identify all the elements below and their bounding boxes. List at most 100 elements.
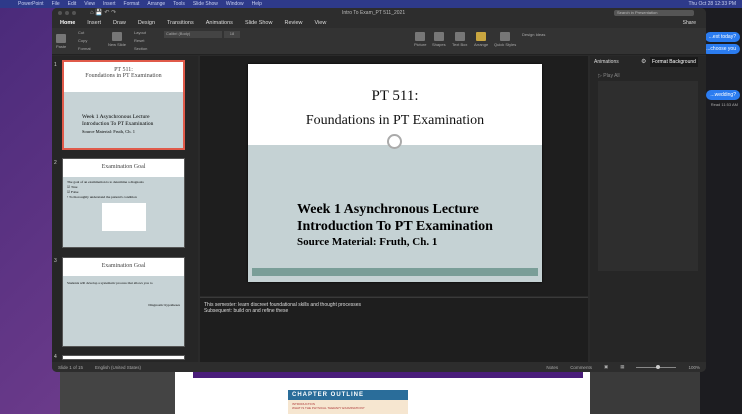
settings-icon[interactable]: ⚙ <box>641 58 646 65</box>
tab-animations[interactable]: Animations <box>206 20 233 26</box>
share-button[interactable]: Share <box>683 20 706 26</box>
tab-insert[interactable]: Insert <box>87 20 101 26</box>
menu-file[interactable]: File <box>52 1 60 7</box>
thumb-title: Examination Goal <box>101 263 146 269</box>
outline-item: WHAT IS THE PHYSICAL THERAPY EXAMINATION… <box>292 406 365 410</box>
section-button[interactable]: Section <box>134 46 147 51</box>
thumb-line: Students will develop a systematic proce… <box>67 281 153 285</box>
title-bar: ⌂ 💾 ↶ ↷ Intro To Exam_PT 511_2021 Search… <box>52 8 706 18</box>
notes-pane[interactable]: This semester: learn discreet foundation… <box>200 297 588 362</box>
animations-pane: Animations ⚙ Format Background ▷ Play Al… <box>590 56 706 362</box>
slide-editor: PT 511: Foundations in PT Examination We… <box>200 56 588 296</box>
slide-title[interactable]: PT 511: <box>248 88 542 105</box>
paste-button[interactable]: Paste <box>56 34 66 49</box>
quick-styles-button[interactable]: Quick Styles <box>494 32 516 47</box>
notes-button[interactable]: Notes <box>546 365 558 370</box>
animations-tab[interactable]: Animations <box>594 59 619 65</box>
close-window-button[interactable] <box>58 11 62 15</box>
picture-button[interactable]: Picture <box>414 32 426 47</box>
menu-arrange[interactable]: Arrange <box>147 1 165 7</box>
slide-count: Slide 1 of 15 <box>58 364 84 370</box>
menu-format[interactable]: Format <box>124 1 140 7</box>
slide-sorter-icon[interactable]: ▦ <box>620 364 624 370</box>
home-icon[interactable]: ⌂ 💾 ↶ ↷ <box>90 9 116 16</box>
notes-line: Subsequent: build on and refine these <box>204 308 289 314</box>
body-line: Source Material: Fruth, Ch. 1 <box>297 236 438 248</box>
play-all-button[interactable]: ▷ Play All <box>598 73 620 79</box>
tab-draw[interactable]: Draw <box>113 20 126 26</box>
thumb-line: Introduction To PT Examination <box>82 121 154 127</box>
read-receipt: Read 11:53 AM <box>710 102 738 107</box>
font-name-select[interactable]: Calibri (Body) <box>164 31 222 38</box>
slide-thumbnail-1[interactable]: PT 511: Foundations in PT Examination Wee… <box>62 60 185 150</box>
comments-button[interactable]: Comments <box>570 365 592 370</box>
menu-window[interactable]: Window <box>226 1 244 7</box>
menu-insert[interactable]: Insert <box>103 1 116 7</box>
thumb-line: Diagnostic hypotheses <box>148 303 180 307</box>
status-bar: Slide 1 of 15 English (United States) No… <box>52 362 706 372</box>
slide-number: 3 <box>54 258 57 264</box>
menu-slideshow[interactable]: Slide Show <box>193 1 218 7</box>
tab-home[interactable]: Home <box>60 20 75 26</box>
slide-number: 1 <box>54 62 57 68</box>
slide-subtitle[interactable]: Foundations in PT Examination <box>248 113 542 129</box>
current-slide[interactable]: PT 511: Foundations in PT Examination We… <box>248 64 542 282</box>
message-bubble: ...ext today? <box>704 32 740 42</box>
thumb-title: Examination Goal <box>101 164 146 170</box>
window-title: Intro To Exam_PT 511_2021 <box>342 10 406 16</box>
animation-list <box>598 81 698 271</box>
copy-button[interactable]: Copy <box>78 38 87 43</box>
tab-view[interactable]: View <box>315 20 327 26</box>
menu-app[interactable]: PowerPoint <box>18 1 44 7</box>
decorative-circle <box>387 134 402 149</box>
slide-body[interactable]: Week 1 Asynchronous Lecture Introduction… <box>297 201 493 250</box>
menu-tools[interactable]: Tools <box>173 1 185 7</box>
layout-button[interactable]: Layout <box>134 30 146 35</box>
footer-bar <box>252 268 538 276</box>
design-ideas-button[interactable]: Design Ideas <box>522 32 545 37</box>
thumb-line: Source Material: Fruth, Ch. 1 <box>82 129 135 134</box>
search-input[interactable]: Search in Presentation <box>614 10 694 16</box>
cut-button[interactable]: Cut <box>78 30 84 35</box>
arrange-button[interactable]: Arrange <box>474 32 488 47</box>
slide-thumbnail-4[interactable] <box>62 355 185 360</box>
messages-window: ...ext today? ...choose you ...wedding? … <box>700 8 742 414</box>
thumb-subtitle: Foundations in PT Examination <box>85 73 162 79</box>
tab-slideshow[interactable]: Slide Show <box>245 20 273 26</box>
macos-menu-bar: PowerPoint File Edit View Insert Format … <box>0 0 742 8</box>
chapter-outline-heading: CHAPTER OUTLINE <box>288 390 408 400</box>
font-size-select[interactable]: 18 <box>224 31 240 38</box>
slide-thumbnail-3[interactable]: Examination Goal Students will develop a… <box>62 257 185 347</box>
language[interactable]: English (United States) <box>95 365 141 370</box>
reset-button[interactable]: Reset <box>134 38 144 43</box>
slide-thumbnail-pane: 1 PT 511: Foundations in PT Examination W… <box>52 56 198 362</box>
format-painter-button[interactable]: Format <box>78 46 91 51</box>
normal-view-icon[interactable]: ▣ <box>604 364 608 370</box>
tab-review[interactable]: Review <box>284 20 302 26</box>
minimize-window-button[interactable] <box>65 11 69 15</box>
zoom-slider[interactable] <box>636 364 677 369</box>
body-line: Introduction To PT Examination <box>297 219 493 234</box>
menu-help[interactable]: Help <box>252 1 262 7</box>
thumb-line: • To thoroughly understand the patient's… <box>67 195 137 199</box>
menu-edit[interactable]: Edit <box>68 1 77 7</box>
clock: Thu Oct 28 12:33 PM <box>688 1 736 7</box>
background-document-window: CHAPTER OUTLINE INTRODUCTION WHAT IS THE… <box>60 372 700 414</box>
text-box-button[interactable]: Text Box <box>452 32 467 47</box>
diagram-image <box>101 203 146 231</box>
tab-transitions[interactable]: Transitions <box>167 20 194 26</box>
message-bubble: ...wedding? <box>706 90 740 100</box>
menu-view[interactable]: View <box>84 1 95 7</box>
slide-number: 4 <box>54 354 57 360</box>
thumb-line: Week 1 Asynchronous Lecture <box>82 114 150 120</box>
powerpoint-window: ⌂ 💾 ↶ ↷ Intro To Exam_PT 511_2021 Search… <box>52 8 706 372</box>
ribbon-tabs: Home Insert Draw Design Transitions Anim… <box>52 18 706 28</box>
zoom-level[interactable]: 100% <box>688 365 700 370</box>
new-slide-button[interactable]: New Slide <box>108 32 126 47</box>
message-bubble: ...choose you <box>702 44 740 54</box>
shapes-button[interactable]: Shapes <box>432 32 446 47</box>
tab-design[interactable]: Design <box>138 20 155 26</box>
zoom-window-button[interactable] <box>72 11 76 15</box>
slide-thumbnail-2[interactable]: Examination Goal The goal of an examinat… <box>62 158 185 248</box>
format-background-tab[interactable]: Format Background <box>650 57 698 67</box>
